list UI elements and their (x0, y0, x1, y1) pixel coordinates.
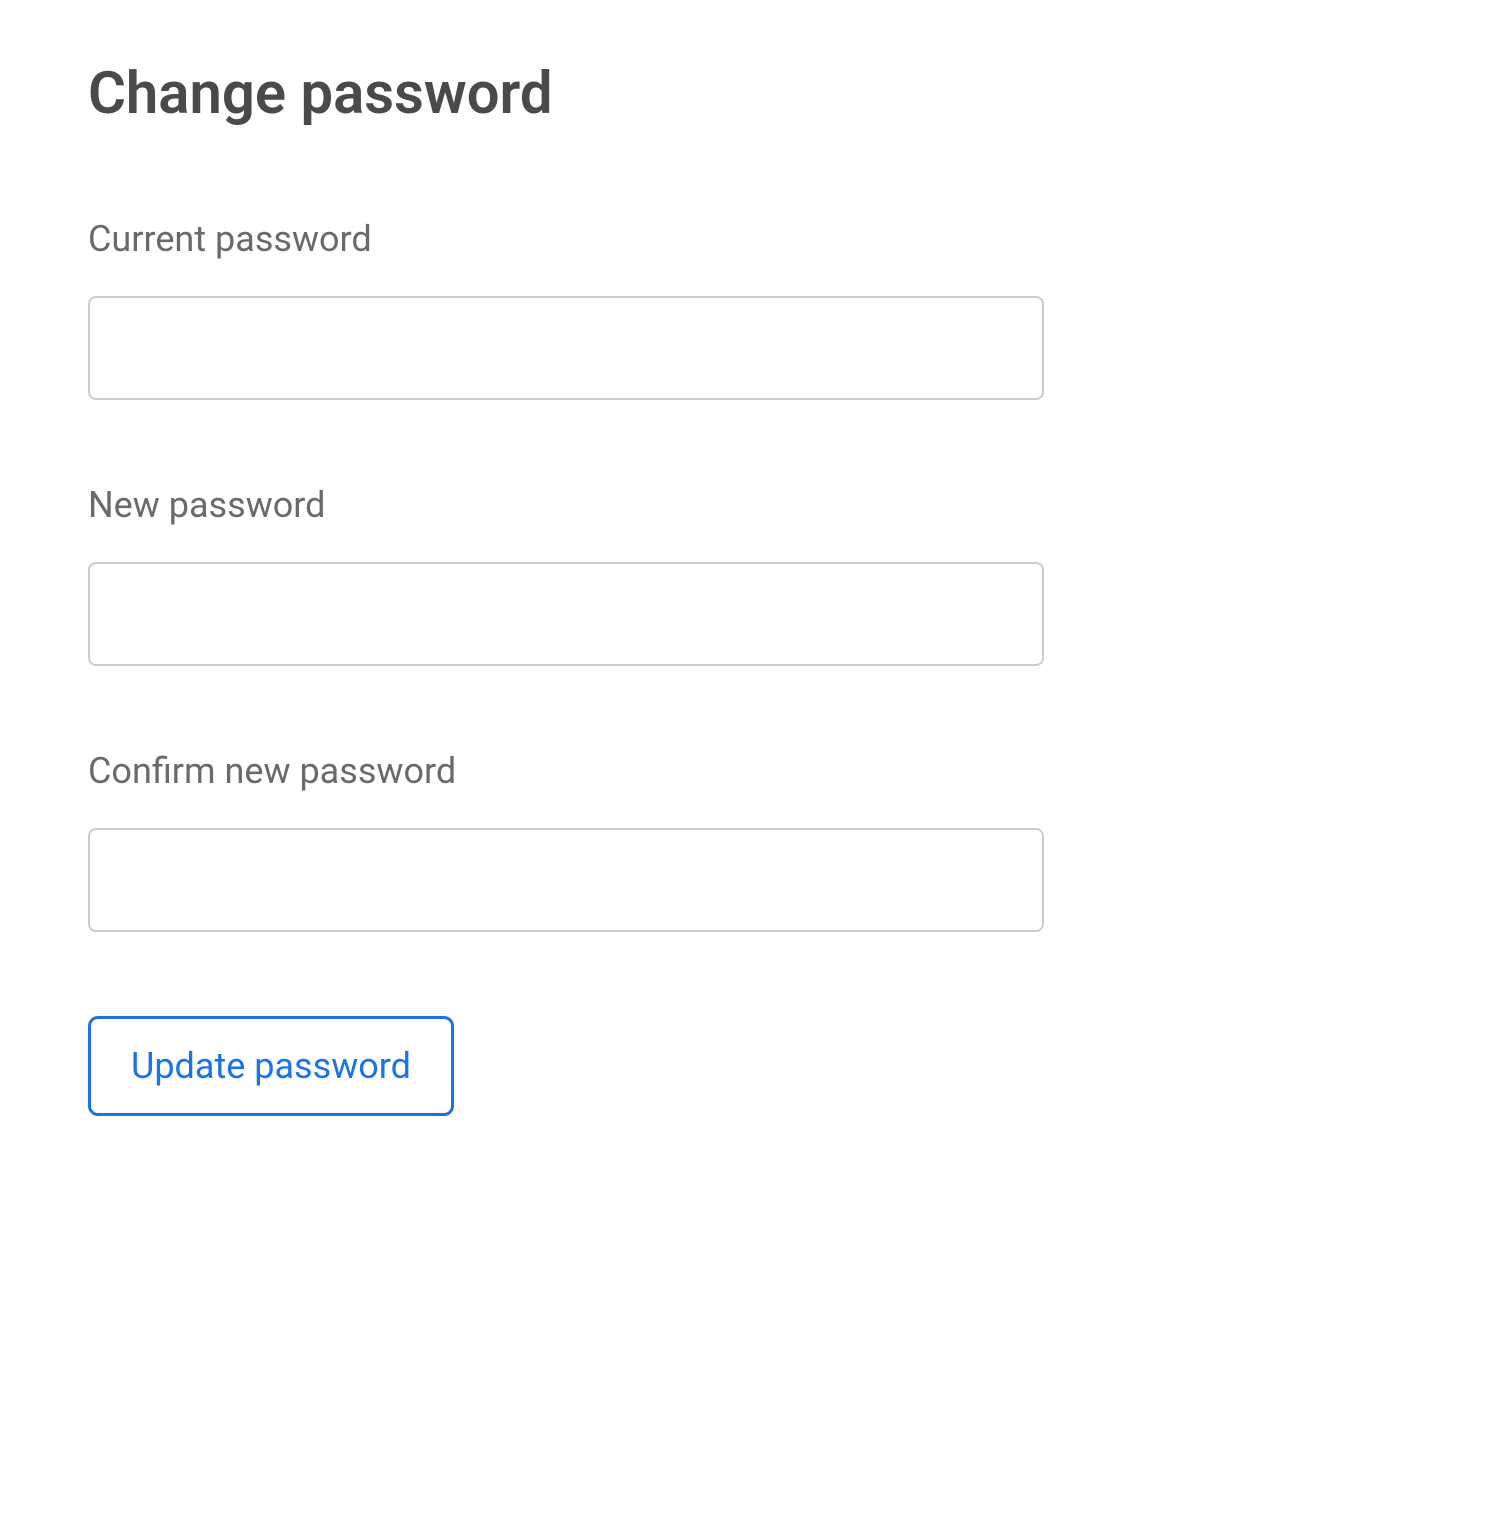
new-password-group: New password (88, 484, 1410, 666)
current-password-input[interactable] (88, 296, 1044, 400)
update-password-button[interactable]: Update password (88, 1016, 454, 1116)
confirm-password-group: Confirm new password (88, 750, 1410, 932)
new-password-label: New password (88, 484, 1410, 526)
change-password-form: Current password New password Confirm ne… (88, 218, 1410, 1116)
new-password-input[interactable] (88, 562, 1044, 666)
confirm-password-input[interactable] (88, 828, 1044, 932)
page-title: Change password (88, 60, 1410, 128)
current-password-label: Current password (88, 218, 1410, 260)
current-password-group: Current password (88, 218, 1410, 400)
confirm-password-label: Confirm new password (88, 750, 1410, 792)
